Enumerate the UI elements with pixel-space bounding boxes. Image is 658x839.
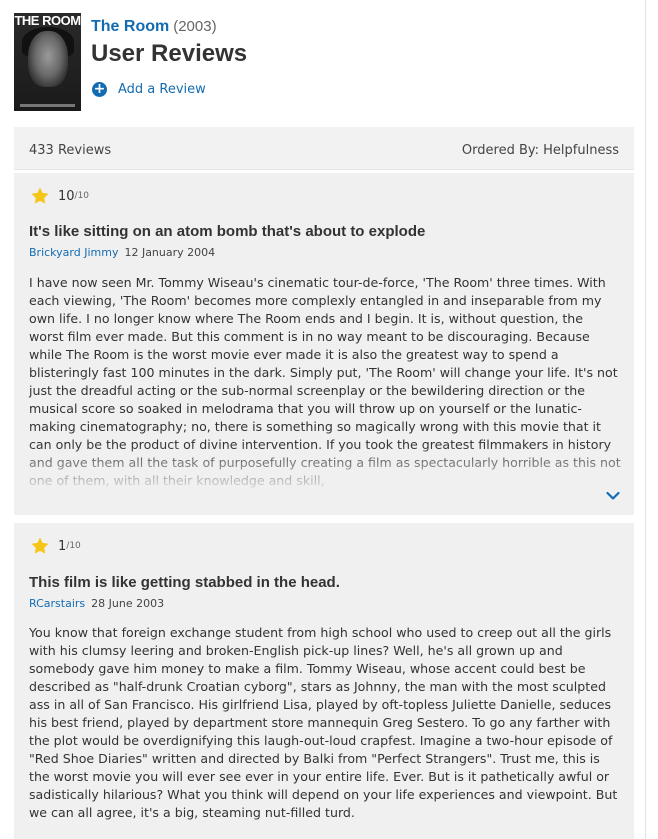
- review-count: 433 Reviews: [29, 143, 112, 158]
- review-text: You know that foreign exchange student f…: [29, 625, 618, 820]
- review-meta: RCarstairs 28 June 2003: [29, 597, 164, 610]
- rating-scale: /10: [66, 541, 81, 551]
- review-rating: 1/10: [30, 536, 81, 556]
- poster-face: [28, 31, 68, 87]
- review-author-link[interactable]: Brickyard Jimmy: [29, 246, 118, 259]
- review-title[interactable]: This film is like getting stabbed in the…: [29, 574, 340, 591]
- title-header: THE ROOM The Room (2003) User Reviews + A…: [14, 13, 634, 113]
- poster-title: THE ROOM: [14, 13, 81, 28]
- review-item: 10/10 It's like sitting on an atom bomb …: [14, 173, 634, 515]
- page-title: User Reviews: [91, 40, 248, 67]
- rating-scale: /10: [74, 191, 90, 201]
- star-icon: [31, 537, 49, 554]
- reviews-list-header: 433 Reviews Ordered By: Helpfulness: [14, 127, 634, 170]
- star-icon: [31, 187, 49, 204]
- text-fade: [14, 445, 634, 515]
- review-title[interactable]: It's like sitting on an atom bomb that's…: [29, 223, 425, 240]
- rating-value: 10: [58, 188, 75, 204]
- review-date: 12 January 2004: [124, 246, 216, 259]
- movie-title-link[interactable]: The Room: [91, 18, 169, 35]
- movie-line: The Room (2003): [91, 16, 217, 37]
- review-rating: 10/10: [30, 186, 89, 206]
- review-item: 1/10 This film is like getting stabbed i…: [14, 523, 634, 839]
- sort-order[interactable]: Ordered By: Helpfulness: [462, 143, 619, 158]
- movie-poster[interactable]: THE ROOM: [14, 13, 81, 111]
- review-date: 28 June 2003: [91, 597, 165, 610]
- plus-icon: +: [92, 80, 107, 97]
- add-review-label: Add a Review: [118, 81, 206, 97]
- add-review-button[interactable]: + Add a Review: [92, 80, 206, 98]
- poster-credits: [20, 104, 75, 107]
- rating-value: 1: [58, 538, 67, 554]
- movie-year: (2003): [173, 18, 217, 35]
- review-meta: Brickyard Jimmy 12 January 2004: [29, 246, 215, 259]
- review-author-link[interactable]: RCarstairs: [29, 597, 85, 610]
- chevron-down-icon[interactable]: [606, 491, 620, 501]
